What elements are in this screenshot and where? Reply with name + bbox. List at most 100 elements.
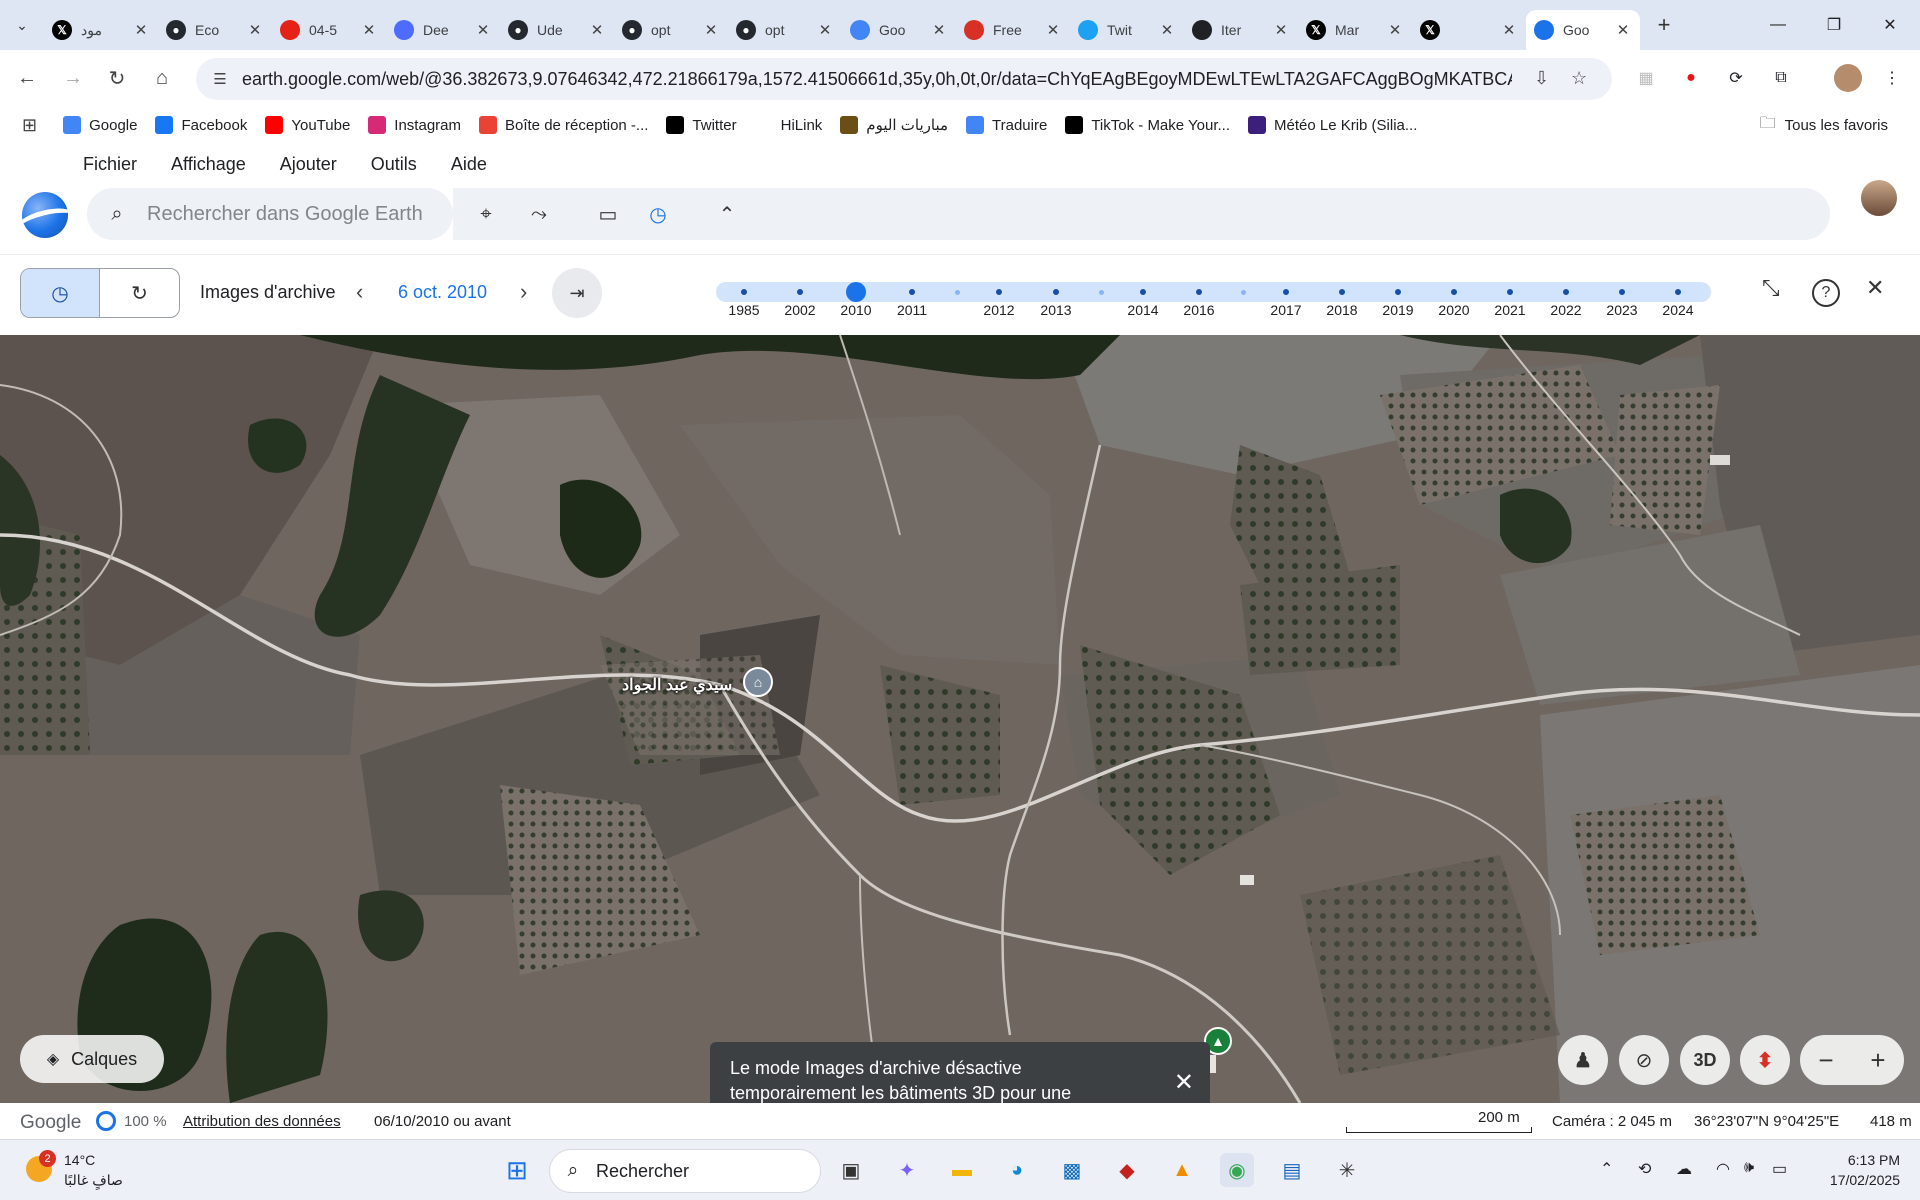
menu-kebab-icon[interactable]: ⋮ (1878, 64, 1906, 92)
apps-icon[interactable]: ⊞ (22, 115, 37, 136)
all-bookmarks[interactable]: 🗀 Tous les favoris (1759, 115, 1888, 134)
tray-overflow-icon[interactable]: ⌃ (1600, 1159, 1613, 1179)
minimize-button[interactable]: — (1750, 0, 1806, 50)
timeline-marker[interactable] (1395, 289, 1401, 295)
browser-tab[interactable]: Goo ✕ (842, 10, 956, 50)
timeline-marker[interactable] (1507, 289, 1513, 295)
tab-close-icon[interactable]: ✕ (1044, 21, 1062, 39)
profile-avatar[interactable] (1834, 64, 1862, 92)
browser-tab[interactable]: Iter ✕ (1184, 10, 1298, 50)
previous-date-button[interactable]: ‹ (356, 279, 363, 305)
browser-tab[interactable]: ● opt ✕ (614, 10, 728, 50)
tab-close-icon[interactable]: ✕ (1158, 21, 1176, 39)
browser-tab[interactable]: Twit ✕ (1070, 10, 1184, 50)
new-tab-button[interactable]: + (1646, 12, 1682, 38)
browser-tab[interactable]: Free ✕ (956, 10, 1070, 50)
collapse-toolbar-icon[interactable]: ⌃ (713, 200, 741, 228)
next-date-button[interactable]: › (520, 279, 527, 305)
measure-ruler-icon[interactable]: ▭ (594, 200, 622, 228)
bookmark-item[interactable]: Facebook (155, 116, 247, 134)
timeline-minor-marker[interactable] (1099, 289, 1104, 295)
tab-close-icon[interactable]: ✕ (702, 21, 720, 39)
zoom-out-button[interactable]: − (1818, 1045, 1833, 1076)
timeline-marker[interactable] (1563, 289, 1569, 295)
start-windows-icon[interactable]: ⊞ (500, 1153, 534, 1187)
toggle-3d-button[interactable]: 3D (1680, 1035, 1730, 1085)
forward-button[interactable]: → (56, 61, 90, 95)
app-icon[interactable]: ✳ (1330, 1153, 1364, 1187)
browser-tab[interactable]: 04-5 ✕ (272, 10, 386, 50)
compass-icon[interactable]: ⬍ (1740, 1035, 1790, 1085)
place-marker-icon[interactable]: ⌂ (743, 667, 773, 697)
layers-button[interactable]: ◈ Calques (20, 1035, 164, 1083)
earth-search-box[interactable]: ⌕ Rechercher dans Google Earth (87, 188, 453, 240)
bookmark-item[interactable]: HiLink (754, 116, 822, 134)
browser-tab[interactable]: Goo ✕ (1526, 10, 1640, 50)
tab-close-icon[interactable]: ✕ (360, 21, 378, 39)
menu-item[interactable]: Aide (451, 154, 487, 175)
timeline-marker[interactable] (1283, 289, 1289, 295)
timeline-marker[interactable] (797, 289, 803, 295)
extension-icon[interactable]: ▦ (1632, 64, 1660, 92)
timeline-marker[interactable] (1451, 289, 1457, 295)
vlc-icon[interactable]: ▲ (1165, 1153, 1199, 1187)
home-button[interactable]: ⌂ (145, 61, 179, 95)
timeline-marker[interactable] (1196, 289, 1202, 295)
bookmark-item[interactable]: TikTok - Make Your... (1065, 116, 1230, 134)
browser-tab[interactable]: ● opt ✕ (728, 10, 842, 50)
sync-tray-icon[interactable]: ⟲ (1638, 1159, 1651, 1179)
google-earth-logo[interactable] (22, 192, 68, 238)
edge-icon[interactable]: ◕ (1000, 1153, 1034, 1187)
collapse-timeline-icon[interactable]: ⤡ (1762, 275, 1780, 301)
historical-mode-button[interactable]: ◷ (21, 269, 100, 317)
reset-tilt-icon[interactable]: ⊘ (1619, 1035, 1669, 1085)
browser-tab[interactable]: ● Eco ✕ (158, 10, 272, 50)
cloud-tray-icon[interactable]: ☁ (1676, 1159, 1692, 1179)
add-placemark-icon[interactable]: ⌖ (472, 200, 500, 228)
tab-search-button[interactable]: ⌄ (0, 0, 44, 50)
tab-close-icon[interactable]: ✕ (1272, 21, 1290, 39)
browser-tab[interactable]: ● Ude ✕ (500, 10, 614, 50)
opera-extension-icon[interactable]: ● (1677, 64, 1705, 92)
timeline-marker[interactable] (909, 289, 915, 295)
imagery-timeline[interactable] (716, 282, 1711, 302)
scale-bar[interactable] (1346, 1127, 1532, 1133)
tab-close-icon[interactable]: ✕ (1614, 21, 1632, 39)
wifi-icon[interactable]: ◠ (1716, 1159, 1730, 1179)
timeline-selected-marker[interactable] (846, 282, 866, 302)
help-icon[interactable]: ? (1812, 279, 1840, 307)
copilot-icon[interactable]: ✦ (890, 1153, 924, 1187)
timeline-minor-marker[interactable] (955, 289, 960, 295)
timeline-marker[interactable] (1339, 289, 1345, 295)
browser-tab[interactable]: 𝕏 مود ✕ (44, 10, 158, 50)
taskbar-search[interactable]: ⌕ Rechercher (549, 1149, 821, 1193)
file-explorer-icon[interactable]: ▬ (945, 1153, 979, 1187)
restore-button[interactable]: ❐ (1806, 0, 1862, 50)
tab-close-icon[interactable]: ✕ (1500, 21, 1518, 39)
battery-icon[interactable]: ▭ (1772, 1159, 1787, 1179)
tab-close-icon[interactable]: ✕ (1386, 21, 1404, 39)
tab-close-icon[interactable]: ✕ (588, 21, 606, 39)
bookmark-item[interactable]: Météo Le Krib (Silia... (1248, 116, 1417, 134)
tab-close-icon[interactable]: ✕ (930, 21, 948, 39)
data-attribution-link[interactable]: Attribution des données (183, 1113, 341, 1130)
store-icon[interactable]: ▩ (1055, 1153, 1089, 1187)
timeline-marker[interactable] (741, 289, 747, 295)
menu-item[interactable]: Outils (371, 154, 417, 175)
add-path-icon[interactable]: ⤳ (525, 200, 553, 228)
bookmark-item[interactable]: مباريات اليوم (840, 116, 948, 134)
account-avatar[interactable] (1859, 178, 1899, 218)
current-imagery-button[interactable]: ↻ (100, 269, 179, 317)
reload-button[interactable]: ↻ (100, 61, 134, 95)
street-view-pegman-icon[interactable]: ♟ (1558, 1035, 1608, 1085)
address-bar[interactable]: ☰ earth.google.com/web/@36.382673,9.0764… (196, 58, 1612, 100)
bookmark-item[interactable]: Boîte de réception -... (479, 116, 648, 134)
menu-item[interactable]: Ajouter (280, 154, 337, 175)
volume-icon[interactable]: 🕪 (1744, 1159, 1754, 1177)
mcafee-icon[interactable]: ◆ (1110, 1153, 1144, 1187)
browser-tab[interactable]: Dee ✕ (386, 10, 500, 50)
notepad-icon[interactable]: ▤ (1275, 1153, 1309, 1187)
latest-date-button[interactable]: ⇥ (552, 268, 602, 318)
extensions-puzzle-icon[interactable]: ⧉ (1767, 64, 1795, 92)
timeline-marker[interactable] (996, 289, 1002, 295)
